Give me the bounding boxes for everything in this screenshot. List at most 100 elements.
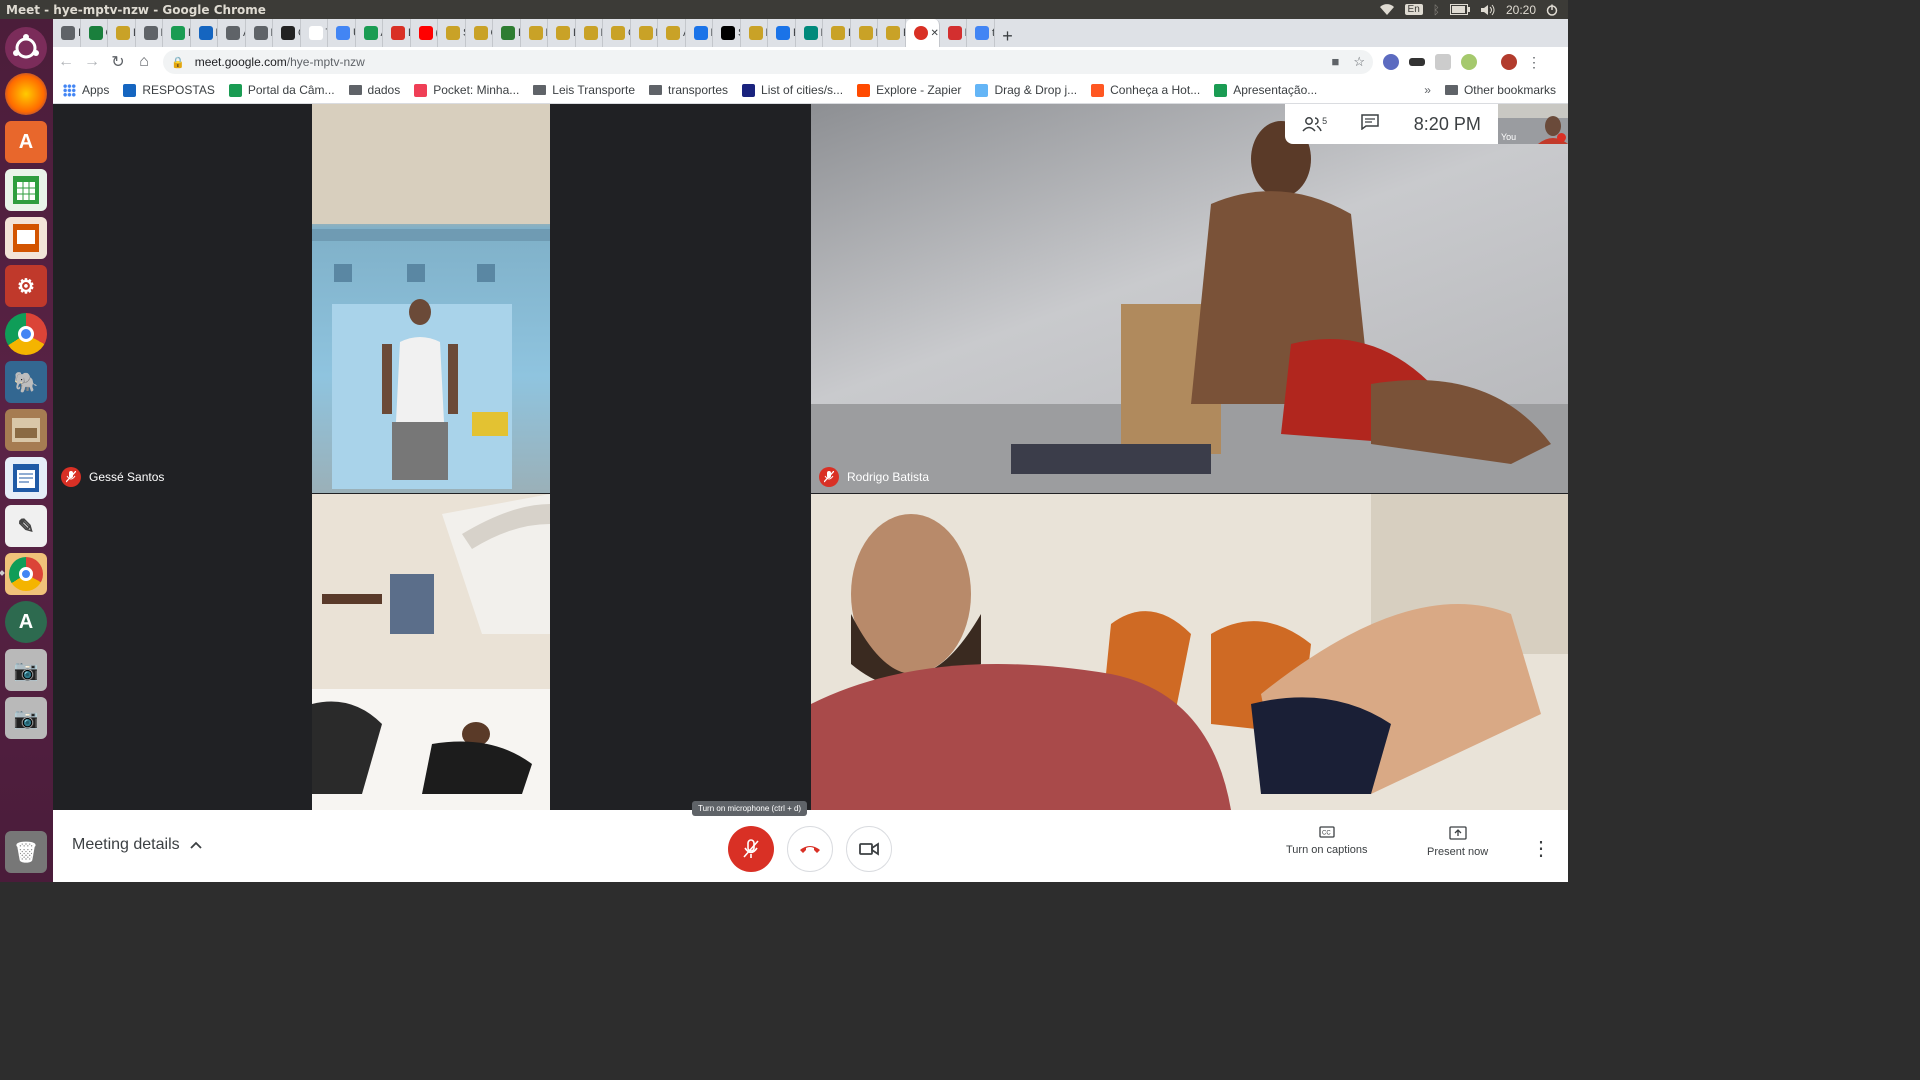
software-updater-icon[interactable]: A	[5, 601, 47, 643]
leave-call-button[interactable]	[787, 826, 833, 872]
text-editor-icon[interactable]: ✎	[5, 505, 47, 547]
browser-tab[interactable]: (5	[411, 19, 438, 47]
browser-tab[interactable]: Ur	[328, 19, 356, 47]
browser-tab[interactable]: D	[851, 19, 878, 47]
clock[interactable]: 20:20	[1506, 3, 1536, 17]
bookmark-folder[interactable]: dados	[348, 83, 400, 97]
chat-button[interactable]	[1361, 113, 1380, 135]
participants-button[interactable]: 5	[1302, 116, 1327, 132]
browser-tab[interactable]: Le	[383, 19, 411, 47]
bookmarks-overflow-button[interactable]: »	[1424, 83, 1431, 97]
browser-tab[interactable]: L	[823, 19, 851, 47]
chrome-launcher-icon[interactable]	[5, 313, 47, 355]
new-tab-button[interactable]: +	[995, 26, 1021, 47]
bookmark-item[interactable]: Apps	[63, 83, 109, 97]
bookmark-item[interactable]: Explore - Zapier	[857, 83, 961, 97]
participant-tile[interactable]: Rodrigo Batista	[811, 104, 1568, 493]
firefox-icon[interactable]	[5, 73, 47, 115]
tab-close-icon[interactable]: ✕	[931, 28, 939, 39]
participant-tile[interactable]	[53, 494, 810, 810]
extension-icon-2[interactable]	[1409, 58, 1425, 66]
bookmark-item[interactable]: Conheça a Hot...	[1091, 83, 1200, 97]
browser-tab[interactable]: LS	[741, 19, 768, 47]
captions-button[interactable]: CC Turn on captions	[1286, 826, 1368, 856]
keyboard-layout-indicator[interactable]: En	[1404, 4, 1423, 15]
microphone-toggle-button[interactable]	[728, 826, 774, 872]
browser-tab[interactable]: Cc	[81, 19, 108, 47]
browser-tab[interactable]: A(	[356, 19, 383, 47]
self-view-tile[interactable]: You	[1498, 104, 1568, 144]
browser-tab[interactable]: L7	[108, 19, 136, 47]
volume-icon[interactable]	[1480, 4, 1496, 16]
pgadmin-elephant-icon[interactable]: 🐘	[5, 361, 47, 403]
tab-active[interactable]: ✕	[905, 19, 940, 47]
bluetooth-icon[interactable]: ᛒ	[1433, 3, 1440, 17]
trash-icon[interactable]: 🗑	[5, 831, 47, 873]
reload-button[interactable]: ↻	[105, 52, 131, 72]
writer-document-icon[interactable]	[5, 457, 47, 499]
power-icon[interactable]	[1546, 4, 1558, 16]
extension-icon-1[interactable]	[1383, 54, 1399, 70]
present-now-button[interactable]: Present now	[1427, 826, 1488, 858]
home-button[interactable]: ⌂	[131, 53, 157, 71]
wifi-icon[interactable]	[1379, 3, 1395, 16]
ubuntu-dash-icon[interactable]	[5, 27, 47, 69]
browser-tab[interactable]: Al	[658, 19, 686, 47]
more-options-button[interactable]: ⋮	[1531, 836, 1551, 861]
bookmark-item[interactable]: Drag & Drop j...	[975, 83, 1077, 97]
browser-tab[interactable]: Re	[191, 19, 218, 47]
camera-toggle-button[interactable]	[846, 826, 892, 872]
browser-tab[interactable]: te	[967, 19, 995, 47]
bookmark-folder[interactable]: Leis Transporte	[533, 83, 635, 97]
browser-tab[interactable]: Ta	[301, 19, 328, 47]
bookmark-item[interactable]: List of cities/s...	[742, 83, 843, 97]
browser-tab[interactable]: Cc	[603, 19, 631, 47]
address-bar[interactable]: 🔒 meet.google.com/hye-mptv-nzw ■ ☆	[163, 50, 1373, 74]
browser-tab[interactable]: Sc	[713, 19, 741, 47]
browser-tab[interactable]: Es	[493, 19, 521, 47]
browser-tab[interactable]: LS	[521, 19, 548, 47]
camera-icon[interactable]: 📷	[5, 649, 47, 691]
spreadsheet-icon[interactable]	[5, 169, 47, 211]
browser-tab[interactable]: D	[246, 19, 273, 47]
browser-tab[interactable]: Pi	[878, 19, 906, 47]
extension-icon-3[interactable]	[1435, 54, 1451, 70]
bookmark-item[interactable]: Pocket: Minha...	[414, 83, 519, 97]
browser-tab[interactable]: Al	[218, 19, 246, 47]
camera-in-use-icon[interactable]: ■	[1331, 54, 1339, 70]
other-bookmarks-folder[interactable]: Other bookmarks	[1444, 83, 1556, 97]
chrome-active-icon[interactable]	[5, 553, 47, 595]
battery-icon[interactable]	[1449, 4, 1470, 15]
browser-tab[interactable]: In	[53, 19, 81, 47]
browser-tab[interactable]: L1	[576, 19, 603, 47]
participant-tile[interactable]	[811, 494, 1568, 810]
browser-tab[interactable]: Re	[136, 19, 163, 47]
browser-tab[interactable]: Pi	[768, 19, 796, 47]
participant-tile[interactable]: Gessé Santos	[53, 104, 810, 493]
profile-avatar[interactable]	[1501, 54, 1517, 70]
bookmark-folder[interactable]: transportes	[649, 83, 728, 97]
back-button[interactable]: ←	[53, 53, 79, 71]
browser-tab[interactable]: Sc	[438, 19, 466, 47]
bookmark-item[interactable]: Portal da Câm...	[228, 83, 335, 97]
system-settings-icon[interactable]: ⚙	[5, 265, 47, 307]
file-manager-icon[interactable]	[5, 409, 47, 451]
browser-tab[interactable]: L1	[548, 19, 576, 47]
bookmark-item[interactable]: RESPOSTAS	[123, 83, 215, 97]
presentation-icon[interactable]	[5, 217, 47, 259]
browser-tab[interactable]: Cc	[466, 19, 493, 47]
software-center-icon[interactable]: A	[5, 121, 47, 163]
lock-icon[interactable]: 🔒	[171, 56, 185, 69]
meeting-details-button[interactable]: Meeting details	[72, 836, 202, 854]
browser-tab[interactable]: D	[686, 19, 713, 47]
browser-tab[interactable]: O	[273, 19, 301, 47]
camera-icon-2[interactable]: 📷	[5, 697, 47, 739]
browser-tab[interactable]: In	[940, 19, 967, 47]
browser-tab[interactable]: Pc	[163, 19, 191, 47]
browser-tab[interactable]: M	[796, 19, 823, 47]
browser-tab[interactable]: Lc	[631, 19, 658, 47]
extension-icon-4[interactable]	[1461, 54, 1477, 70]
bookmark-item[interactable]: Apresentação...	[1214, 83, 1317, 97]
forward-button[interactable]: →	[79, 53, 105, 71]
bookmark-star-icon[interactable]: ☆	[1353, 54, 1365, 70]
